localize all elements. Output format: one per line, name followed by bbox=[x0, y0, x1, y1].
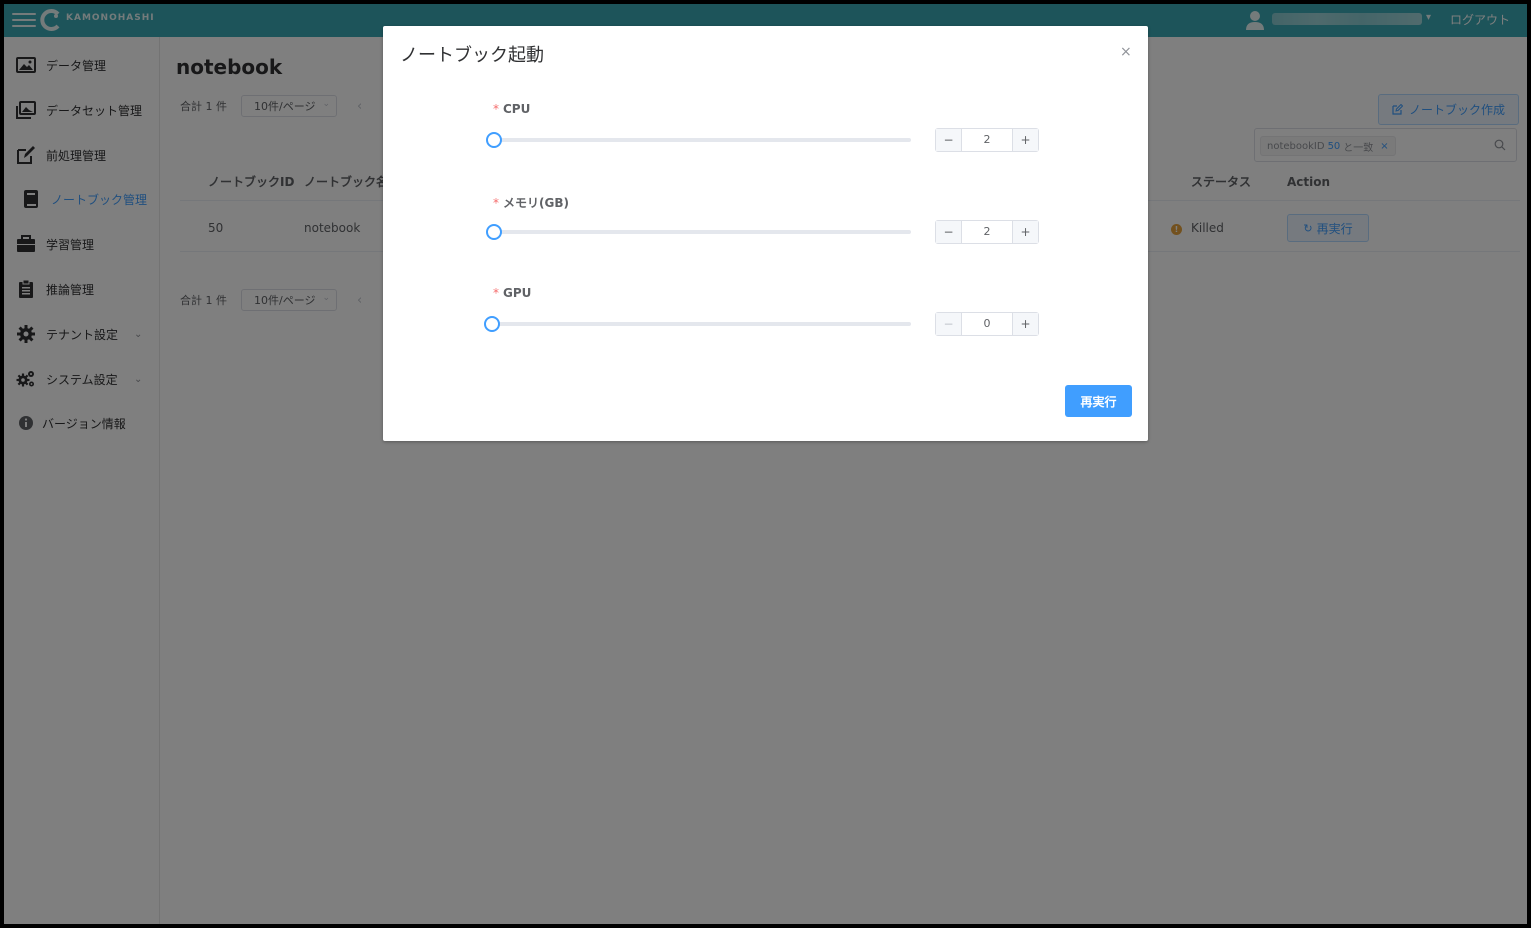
app-window: KAMONOHASHI ▾ ログアウト データ管理 データセット管理 前処理管理… bbox=[4, 4, 1527, 924]
cpu-value[interactable]: 2 bbox=[962, 129, 1012, 151]
gpu-stepper[interactable]: − 0 + bbox=[935, 312, 1039, 336]
gpu-slider[interactable] bbox=[494, 322, 911, 326]
memory-value[interactable]: 2 bbox=[962, 221, 1012, 243]
rerun-submit-button[interactable]: 再実行 bbox=[1065, 385, 1132, 417]
cpu-label: * CPU bbox=[493, 102, 531, 116]
cpu-slider-handle[interactable] bbox=[486, 132, 502, 148]
gpu-label: * GPU bbox=[493, 286, 532, 300]
notebook-launch-dialog: ノートブック起動 × * CPU − 2 + * メモリ(GB) − 2 + * GP… bbox=[383, 26, 1148, 441]
cpu-increment-button[interactable]: + bbox=[1012, 129, 1038, 151]
close-icon[interactable]: × bbox=[1120, 44, 1132, 60]
gpu-decrement-button[interactable]: − bbox=[936, 313, 962, 335]
memory-label: * メモリ(GB) bbox=[493, 196, 569, 210]
cpu-stepper[interactable]: − 2 + bbox=[935, 128, 1039, 152]
gpu-value[interactable]: 0 bbox=[962, 313, 1012, 335]
gpu-slider-handle[interactable] bbox=[484, 316, 500, 332]
memory-increment-button[interactable]: + bbox=[1012, 221, 1038, 243]
dialog-title: ノートブック起動 bbox=[400, 45, 544, 66]
memory-decrement-button[interactable]: − bbox=[936, 221, 962, 243]
memory-slider-handle[interactable] bbox=[486, 224, 502, 240]
memory-slider[interactable] bbox=[494, 230, 911, 234]
memory-stepper[interactable]: − 2 + bbox=[935, 220, 1039, 244]
cpu-decrement-button[interactable]: − bbox=[936, 129, 962, 151]
cpu-slider[interactable] bbox=[494, 138, 911, 142]
gpu-increment-button[interactable]: + bbox=[1012, 313, 1038, 335]
